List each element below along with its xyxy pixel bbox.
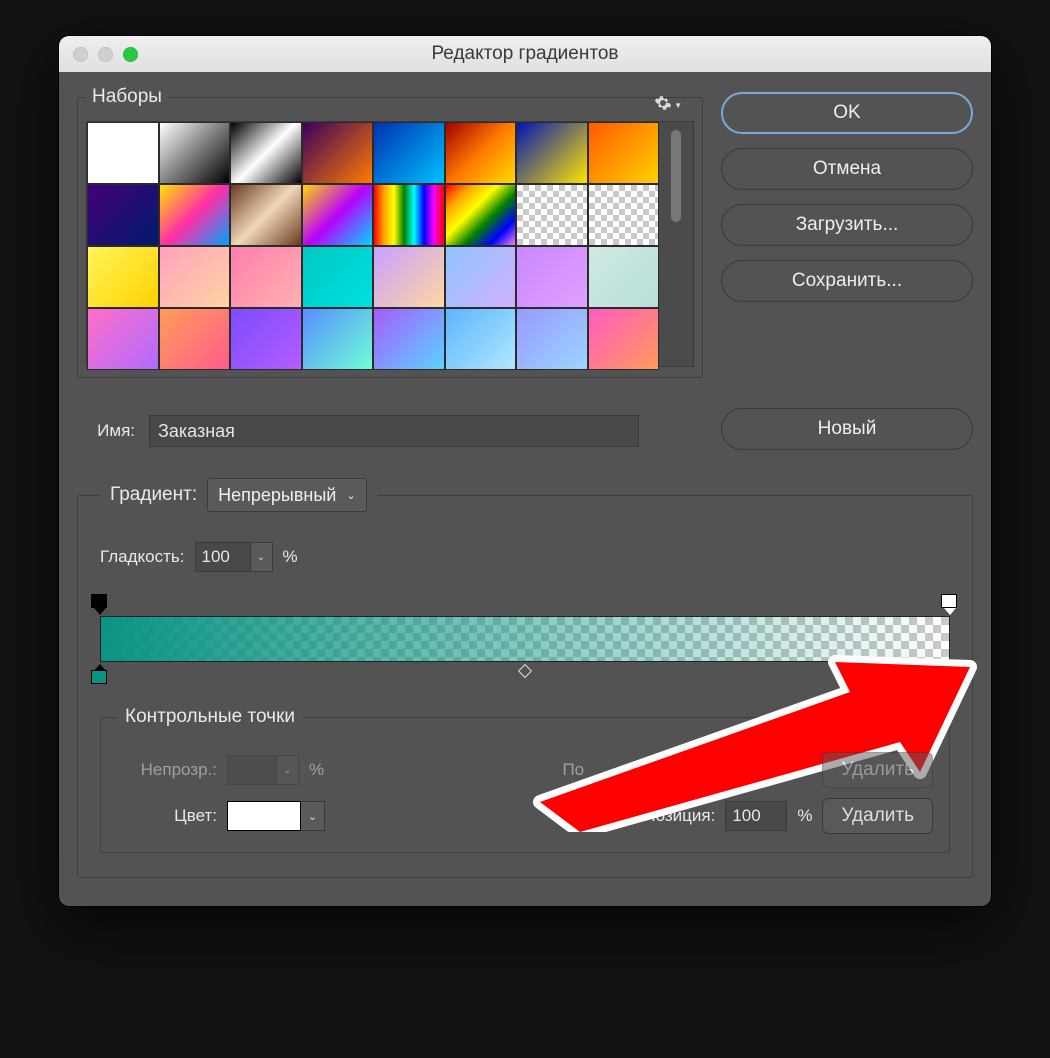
close-icon[interactable] bbox=[73, 47, 88, 62]
stops-legend: Контрольные точки bbox=[117, 706, 303, 728]
midpoint-handle[interactable] bbox=[518, 664, 532, 678]
chevron-down-icon: ▼ bbox=[674, 101, 682, 110]
name-input[interactable] bbox=[149, 415, 639, 447]
color-label: Цвет: bbox=[117, 806, 217, 826]
smoothness-unit: % bbox=[283, 547, 298, 567]
position-input[interactable] bbox=[725, 801, 787, 831]
window-title: Редактор градиентов bbox=[59, 43, 991, 65]
smoothness-stepper[interactable]: ⌄ bbox=[251, 542, 273, 572]
preset-swatch[interactable] bbox=[159, 184, 231, 246]
gear-icon bbox=[654, 94, 672, 117]
preset-swatch[interactable] bbox=[302, 184, 374, 246]
gradient-legend: Градиент: Непрерывный ⌄ bbox=[100, 478, 377, 512]
preset-swatch[interactable] bbox=[87, 184, 159, 246]
minimize-icon[interactable] bbox=[98, 47, 113, 62]
preset-swatch[interactable] bbox=[516, 122, 588, 184]
color-stop-start[interactable] bbox=[91, 664, 109, 682]
opacity-label: Непрозр.: bbox=[117, 760, 217, 780]
opacity-value-input[interactable] bbox=[227, 755, 277, 785]
preset-swatch[interactable] bbox=[373, 184, 445, 246]
gradient-group: Градиент: Непрерывный ⌄ Гладкость: ⌄ % bbox=[77, 478, 973, 878]
preset-swatch[interactable] bbox=[516, 246, 588, 308]
presets-legend: Наборы bbox=[86, 86, 168, 108]
maximize-icon[interactable] bbox=[123, 47, 138, 62]
opacity-stops-track[interactable] bbox=[100, 594, 950, 616]
preset-swatch[interactable] bbox=[87, 308, 159, 370]
preset-swatch[interactable] bbox=[87, 122, 159, 184]
presets-scrollbar[interactable] bbox=[659, 122, 693, 366]
preset-swatch[interactable] bbox=[302, 122, 374, 184]
preset-swatch[interactable] bbox=[445, 184, 517, 246]
position-unit: % bbox=[797, 806, 812, 826]
dialog-buttons: OK Отмена Загрузить... Сохранить... bbox=[721, 86, 973, 378]
delete-color-stop-button[interactable]: Удалить bbox=[822, 798, 933, 834]
preset-swatch[interactable] bbox=[373, 122, 445, 184]
presets-menu-button[interactable]: ▼ bbox=[654, 94, 682, 117]
preset-swatch[interactable] bbox=[516, 308, 588, 370]
preset-swatch[interactable] bbox=[588, 184, 660, 246]
stops-group: Контрольные точки Непрозр.: ⌄ % По Удали… bbox=[100, 706, 950, 853]
preset-swatch[interactable] bbox=[588, 122, 660, 184]
presets-grid bbox=[87, 122, 659, 366]
smoothness-label: Гладкость: bbox=[100, 547, 185, 567]
chevron-down-icon: ⌄ bbox=[346, 489, 355, 502]
preset-swatch[interactable] bbox=[445, 122, 517, 184]
gradient-preview-bar[interactable] bbox=[100, 616, 950, 662]
cancel-button[interactable]: Отмена bbox=[721, 148, 973, 190]
preset-swatch[interactable] bbox=[445, 308, 517, 370]
color-stops-track[interactable] bbox=[100, 664, 950, 686]
opacity-stop-start[interactable] bbox=[91, 594, 109, 612]
preset-swatch[interactable] bbox=[230, 308, 302, 370]
preset-swatch[interactable] bbox=[230, 122, 302, 184]
opacity-position-label: По bbox=[562, 760, 584, 780]
color-swatch[interactable] bbox=[227, 801, 301, 831]
preset-swatch[interactable] bbox=[588, 246, 660, 308]
titlebar: Редактор градиентов bbox=[59, 36, 991, 72]
opacity-unit: % bbox=[309, 760, 324, 780]
opacity-stepper[interactable]: ⌄ bbox=[277, 755, 299, 785]
color-stop-end[interactable] bbox=[941, 664, 959, 682]
ok-button[interactable]: OK bbox=[721, 92, 973, 134]
preset-swatch[interactable] bbox=[588, 308, 660, 370]
preset-swatch[interactable] bbox=[230, 246, 302, 308]
smoothness-input[interactable] bbox=[195, 542, 251, 572]
preset-swatch[interactable] bbox=[516, 184, 588, 246]
delete-opacity-stop-button[interactable]: Удалить bbox=[822, 752, 933, 788]
save-button[interactable]: Сохранить... bbox=[721, 260, 973, 302]
preset-swatch[interactable] bbox=[445, 246, 517, 308]
gradient-type-select[interactable]: Непрерывный ⌄ bbox=[207, 478, 366, 512]
name-label: Имя: bbox=[77, 421, 135, 441]
scrollbar-thumb[interactable] bbox=[671, 130, 681, 222]
color-picker-dropdown[interactable]: ⌄ bbox=[301, 801, 325, 831]
gradient-legend-label: Градиент: bbox=[110, 484, 197, 506]
gradient-editor-window: Редактор градиентов Наборы ▼ bbox=[59, 36, 991, 906]
opacity-stop-end[interactable] bbox=[941, 594, 959, 612]
position-label: Позиция: bbox=[643, 806, 715, 826]
preset-swatch[interactable] bbox=[302, 246, 374, 308]
preset-swatch[interactable] bbox=[159, 308, 231, 370]
load-button[interactable]: Загрузить... bbox=[721, 204, 973, 246]
preset-swatch[interactable] bbox=[87, 246, 159, 308]
gradient-type-value: Непрерывный bbox=[218, 485, 336, 506]
new-button[interactable]: Новый bbox=[721, 408, 973, 450]
preset-swatch[interactable] bbox=[159, 122, 231, 184]
presets-group: Наборы ▼ bbox=[77, 86, 703, 378]
preset-swatch[interactable] bbox=[373, 246, 445, 308]
gradient-editor bbox=[100, 594, 950, 686]
preset-swatch[interactable] bbox=[230, 184, 302, 246]
presets-scrollarea bbox=[86, 121, 694, 367]
preset-swatch[interactable] bbox=[373, 308, 445, 370]
window-traffic-lights bbox=[59, 47, 138, 62]
preset-swatch[interactable] bbox=[159, 246, 231, 308]
preset-swatch[interactable] bbox=[302, 308, 374, 370]
